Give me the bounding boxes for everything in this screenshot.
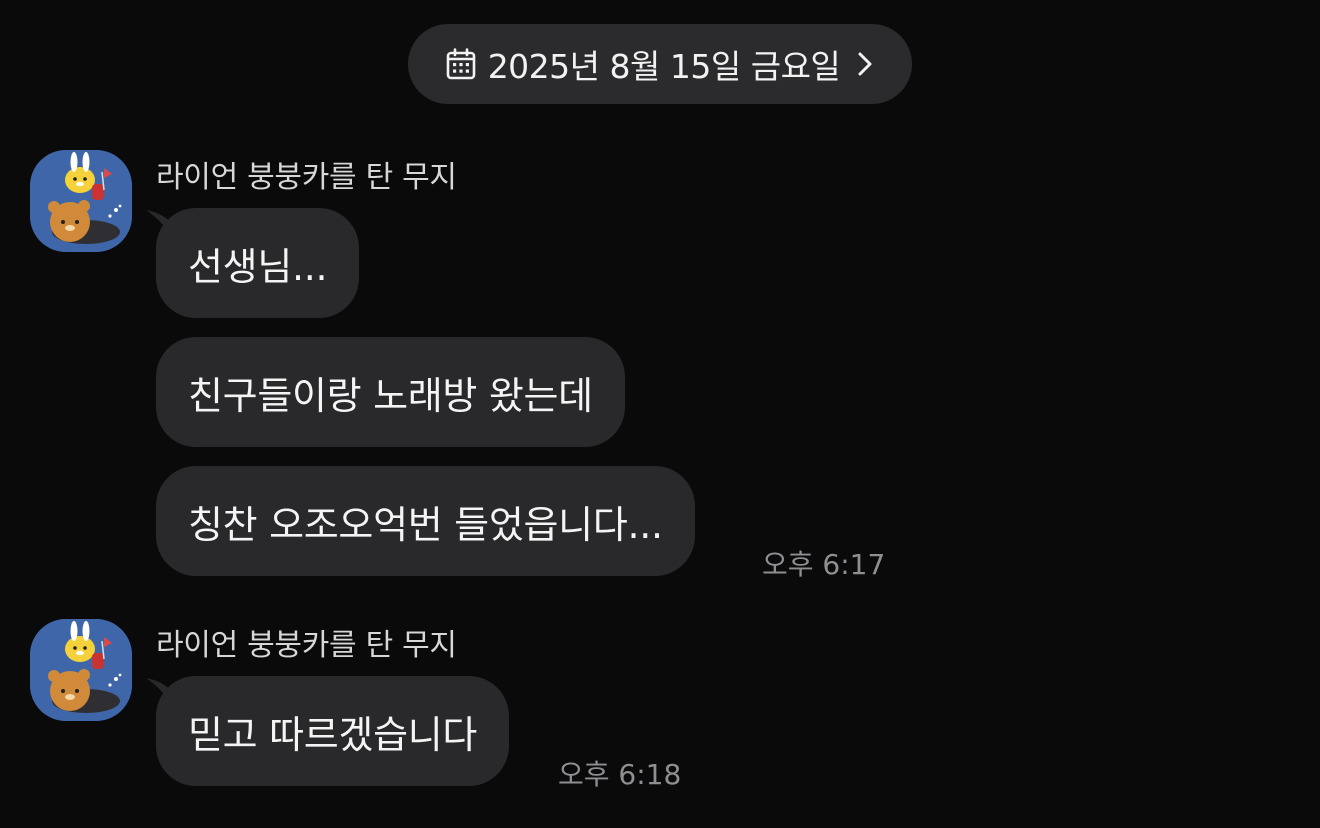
sender-avatar[interactable] — [30, 619, 132, 721]
message-bubble[interactable]: 믿고 따르겠습니다 — [156, 676, 510, 786]
message-text: 칭찬 오조오억번 들었읍니다... — [188, 502, 663, 547]
sender-avatar[interactable] — [30, 150, 132, 252]
message-text: 선생님... — [188, 244, 328, 289]
date-label: 2025년 8월 15일 금요일 — [487, 47, 841, 86]
muzi-riding-ryan-icon — [30, 150, 132, 252]
sender-name: 라이언 붕붕카를 탄 무지 — [156, 160, 457, 195]
muzi-riding-ryan-icon — [30, 619, 132, 721]
message-bubble[interactable]: 친구들이랑 노래방 왔는데 — [156, 337, 625, 447]
message-bubble[interactable]: 칭찬 오조오억번 들었읍니다... — [156, 466, 695, 576]
message-bubble[interactable]: 선생님... — [156, 208, 360, 318]
date-divider[interactable]: 2025년 8월 15일 금요일 — [408, 24, 912, 104]
sender-name: 라이언 붕붕카를 탄 무지 — [156, 628, 457, 663]
calendar-icon — [446, 48, 475, 80]
message-text: 친구들이랑 노래방 왔는데 — [188, 373, 593, 418]
message-timestamp: 오후 6:18 — [558, 758, 682, 791]
chevron-right-icon — [858, 52, 872, 76]
message-text: 믿고 따르겠습니다 — [188, 712, 478, 757]
message-timestamp: 오후 6:17 — [762, 548, 886, 581]
